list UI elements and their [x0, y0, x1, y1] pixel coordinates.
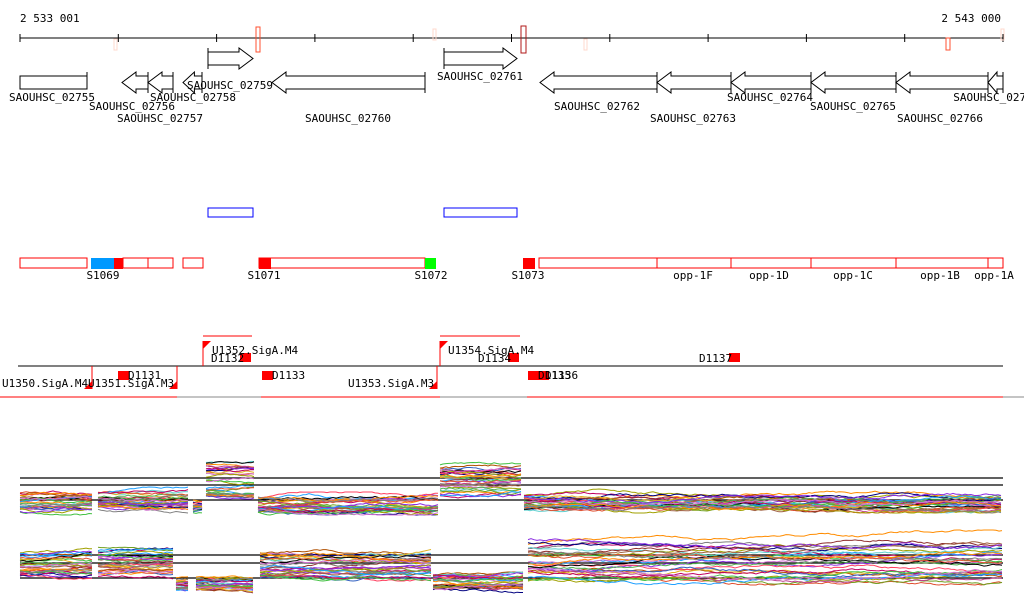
segment-box[interactable] [810, 257, 897, 269]
segment-box[interactable] [258, 257, 426, 269]
ruler-start-label: 2 533 001 [20, 12, 80, 25]
expression-trace [175, 578, 189, 581]
segment-fill-red[interactable] [114, 258, 123, 269]
gene-arrow[interactable] [19, 75, 88, 90]
gene-arrow[interactable] [539, 71, 658, 94]
segment-label[interactable]: opp-1B [920, 269, 960, 282]
gene-arrow[interactable] [121, 71, 149, 94]
segment-fill-green[interactable] [425, 258, 436, 269]
segment-fill-blue[interactable] [91, 258, 114, 269]
ruler-marker[interactable] [945, 37, 951, 51]
gene-label[interactable]: SAOUHSC_02755 [9, 91, 95, 104]
ruler-marker[interactable] [583, 38, 588, 51]
gene-arrow[interactable] [271, 71, 426, 94]
ruler-end-label: 2 543 000 [941, 12, 1001, 25]
terminator-label[interactable]: D1136 [545, 369, 578, 382]
gene-label[interactable]: SAOUHSC_02758 [150, 91, 236, 104]
segment-box[interactable] [147, 257, 174, 269]
segment-box[interactable] [730, 257, 812, 269]
gene-label[interactable]: SAOUHSC_02762 [554, 100, 640, 113]
gene-label[interactable]: SAOUHSC_02764 [727, 91, 813, 104]
segment-box[interactable] [895, 257, 989, 269]
segment-label[interactable]: opp-1A [974, 269, 1014, 282]
gene-arrow[interactable] [895, 71, 989, 94]
expression-trace [192, 504, 203, 507]
gene-arrow[interactable] [443, 47, 518, 70]
gene-label[interactable]: SAOUHSC_02765 [810, 100, 896, 113]
terminator-label[interactable]: D1132 [211, 352, 244, 365]
expression-panel-1 [19, 460, 1003, 516]
segment-label[interactable]: S1072 [414, 269, 447, 282]
segment-box[interactable] [987, 257, 1004, 269]
segment-box[interactable] [19, 257, 88, 269]
segment-label[interactable]: opp-1F [673, 269, 713, 282]
expression-trace [175, 587, 189, 590]
terminator-label[interactable]: D1137 [699, 352, 732, 365]
gene-arrow[interactable] [987, 70, 1004, 95]
segment-box[interactable] [538, 257, 658, 269]
gene-arrow[interactable] [656, 71, 732, 94]
segment-label[interactable]: opp-1C [833, 269, 873, 282]
gene-arrow[interactable] [730, 71, 812, 94]
segment-label[interactable]: opp-1D [749, 269, 789, 282]
expression-panel-2 [19, 529, 1003, 594]
segment-box[interactable] [182, 257, 204, 269]
genome-browser-view: 2 533 001 2 543 000 SAOUHSC_02755 SAOUHSC_0… [0, 12, 1024, 594]
gene-label[interactable]: SAOUHSC_02761 [437, 70, 523, 83]
promoter-label[interactable]: U1353.SigA.M3 [348, 377, 434, 390]
ruler-marker[interactable] [113, 38, 118, 51]
segment-box[interactable] [656, 257, 732, 269]
segment-fill-red[interactable] [523, 258, 535, 269]
gene-label[interactable]: SAOUHSC_02766 [897, 112, 983, 125]
gene-label[interactable]: SAOUHSC_02759 [187, 79, 273, 92]
gene-arrow[interactable] [810, 71, 897, 94]
segment-label[interactable]: S1073 [511, 269, 544, 282]
feature-box[interactable] [443, 207, 518, 218]
expression-trace [439, 461, 521, 466]
promoter-label[interactable]: U1350.SigA.M4 [2, 377, 88, 390]
terminator-label[interactable]: D1133 [272, 369, 305, 382]
segment-label[interactable]: S1071 [247, 269, 280, 282]
gene-label[interactable]: SAOUHSC_02763 [650, 112, 736, 125]
gene-label[interactable]: SAOUHSC_02757 [117, 112, 203, 125]
gene-label[interactable]: SAOUHSC_02760 [305, 112, 391, 125]
feature-box[interactable] [207, 207, 254, 218]
gene-arrow[interactable] [147, 71, 174, 94]
terminator-label[interactable]: D1131 [128, 369, 161, 382]
expression-trace [192, 512, 203, 514]
segment-box[interactable] [122, 257, 149, 269]
segment-label[interactable]: S1069 [86, 269, 119, 282]
expression-trace [97, 508, 189, 514]
terminator-label[interactable]: D1134 [478, 352, 511, 365]
ruler-marker[interactable] [520, 25, 527, 54]
gene-label[interactable]: SAOUHSC_0276 [953, 91, 1024, 104]
segment-fill-red[interactable] [259, 258, 271, 269]
gene-arrow[interactable] [207, 47, 254, 70]
promoter-flag-icon[interactable] [203, 341, 211, 349]
promoter-flag-icon[interactable] [440, 341, 448, 349]
ruler-marker[interactable] [255, 26, 261, 53]
